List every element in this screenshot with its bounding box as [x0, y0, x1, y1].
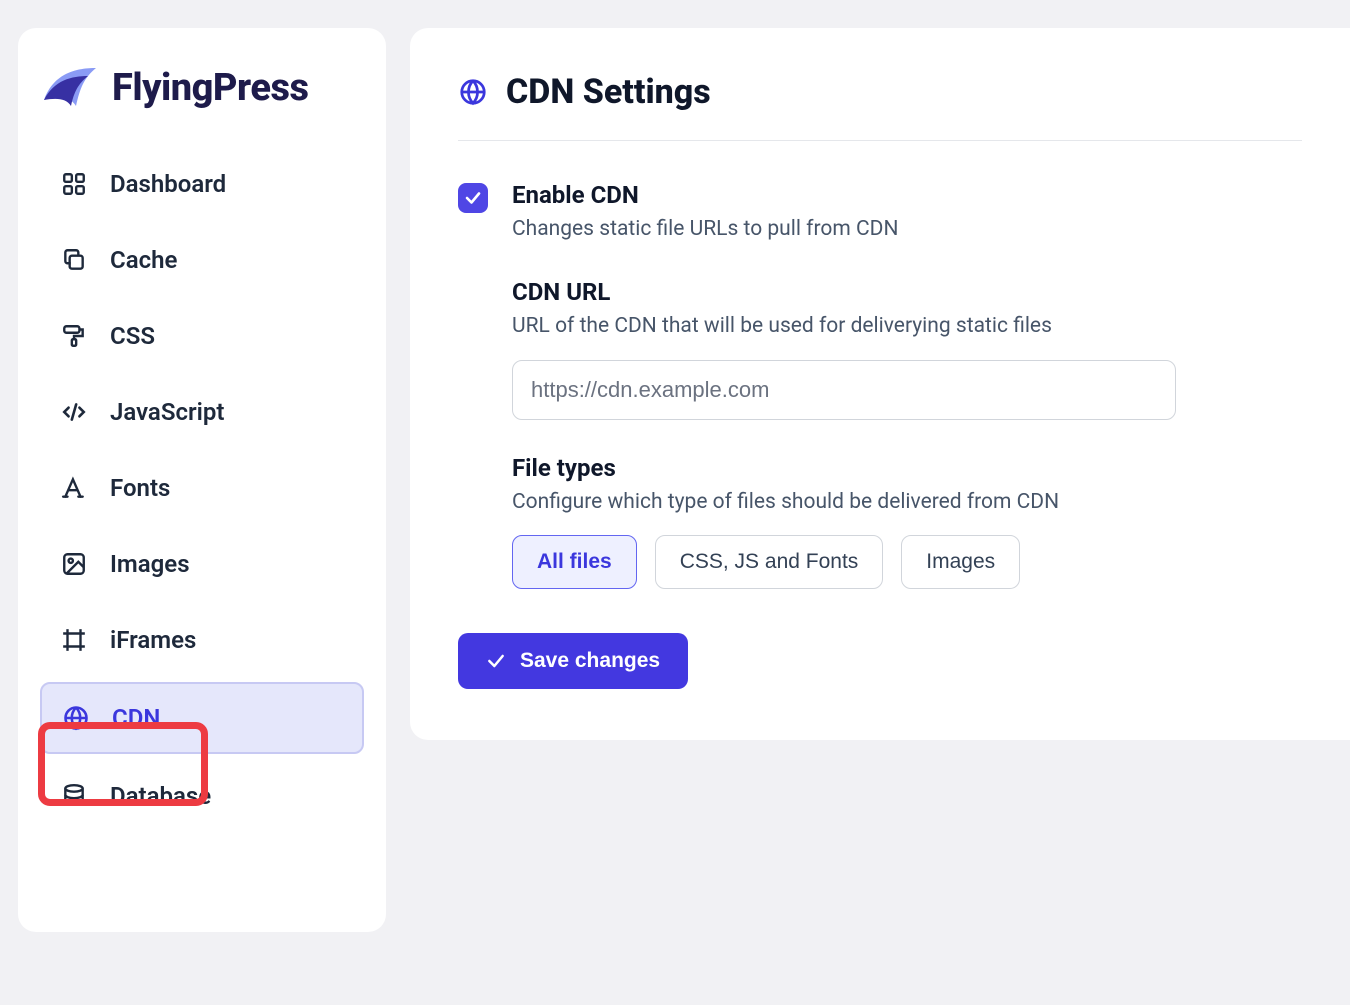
brand-name: FlyingPress — [112, 66, 308, 110]
file-type-option-all[interactable]: All files — [512, 535, 637, 589]
check-icon — [486, 651, 506, 671]
sidebar-item-iframes[interactable]: iFrames — [40, 606, 364, 674]
sidebar-item-label: Images — [110, 550, 190, 578]
enable-cdn-title: Enable CDN — [512, 181, 1302, 209]
file-type-option-css-js-fonts[interactable]: CSS, JS and Fonts — [655, 535, 884, 589]
cdn-url-field: CDN URL URL of the CDN that will be used… — [512, 278, 1302, 419]
check-icon — [464, 189, 482, 207]
enable-cdn-desc: Changes static file URLs to pull from CD… — [512, 215, 1302, 244]
file-types-title: File types — [512, 454, 1302, 482]
grid-icon — [60, 170, 88, 198]
sidebar-item-cdn[interactable]: CDN — [40, 682, 364, 754]
file-type-option-images[interactable]: Images — [901, 535, 1020, 589]
brand-logo-icon — [40, 66, 98, 110]
sidebar: FlyingPress Dashboard — [18, 28, 386, 932]
nav: Dashboard Cache — [40, 150, 364, 830]
sidebar-item-cache[interactable]: Cache — [40, 226, 364, 294]
frame-icon — [60, 626, 88, 654]
cdn-url-input[interactable] — [512, 360, 1176, 420]
page-header: CDN Settings — [458, 72, 1302, 141]
sidebar-item-fonts[interactable]: Fonts — [40, 454, 364, 522]
sidebar-item-label: Fonts — [110, 474, 170, 502]
image-icon — [60, 550, 88, 578]
paint-roller-icon — [60, 322, 88, 350]
file-types-field: File types Configure which type of files… — [512, 454, 1302, 589]
copy-icon — [60, 246, 88, 274]
code-icon — [60, 398, 88, 426]
page-title: CDN Settings — [506, 72, 711, 112]
sidebar-item-javascript[interactable]: JavaScript — [40, 378, 364, 446]
sidebar-item-label: CSS — [110, 322, 155, 350]
sidebar-item-label: Cache — [110, 246, 177, 274]
font-icon — [60, 474, 88, 502]
enable-cdn-section: Enable CDN Changes static file URLs to p… — [458, 141, 1302, 589]
sidebar-item-css[interactable]: CSS — [40, 302, 364, 370]
sidebar-item-images[interactable]: Images — [40, 530, 364, 598]
cdn-url-title: CDN URL — [512, 278, 1302, 306]
file-types-options: All files CSS, JS and Fonts Images — [512, 535, 1302, 589]
sidebar-item-label: JavaScript — [110, 398, 224, 426]
file-types-desc: Configure which type of files should be … — [512, 488, 1302, 517]
main-panel: CDN Settings Enable CDN Changes static f… — [410, 28, 1350, 740]
sidebar-item-database[interactable]: Database — [40, 762, 364, 830]
sidebar-item-dashboard[interactable]: Dashboard — [40, 150, 364, 218]
database-icon — [60, 782, 88, 810]
sidebar-item-label: iFrames — [110, 626, 196, 654]
sidebar-item-label: Database — [110, 782, 211, 810]
save-button-label: Save changes — [520, 649, 660, 673]
save-button[interactable]: Save changes — [458, 633, 688, 689]
sidebar-item-label: Dashboard — [110, 170, 226, 198]
sidebar-item-label: CDN — [112, 704, 160, 732]
globe-icon — [62, 704, 90, 732]
enable-cdn-checkbox[interactable] — [458, 183, 488, 213]
cdn-url-desc: URL of the CDN that will be used for del… — [512, 312, 1302, 341]
brand: FlyingPress — [40, 60, 364, 150]
globe-icon — [458, 77, 488, 107]
